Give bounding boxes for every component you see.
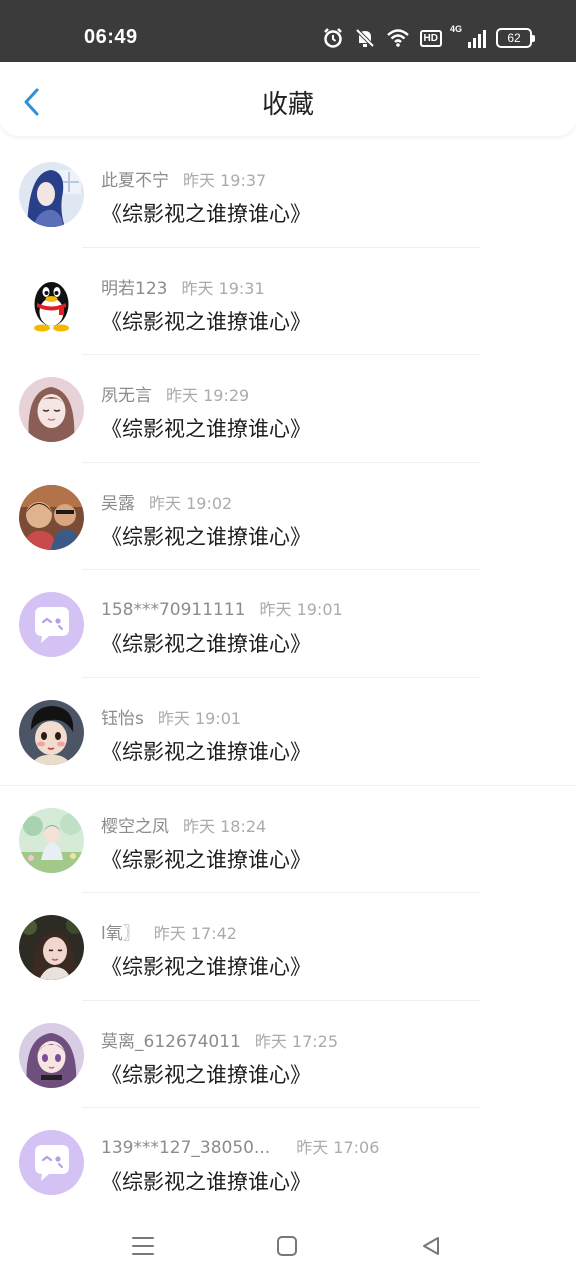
user-name: 此夏不宁 (101, 171, 169, 191)
page-header: 收藏 (0, 62, 576, 136)
item-meta: 夙无言 昨天 19:29 (101, 381, 249, 406)
wifi-icon (386, 29, 409, 47)
list-item[interactable]: 莫离_612674011 昨天 17:25 《综影视之谁撩谁心》 (0, 1001, 576, 1109)
item-content: 《综影视之谁撩谁心》 (101, 309, 311, 334)
user-name: 莫离_612674011 (101, 1031, 241, 1052)
page-title: 收藏 (261, 90, 314, 120)
network-type-label: 4G (450, 24, 463, 34)
item-content: 《综影视之谁撩谁心》 (101, 955, 311, 980)
qq-penguin-avatar[interactable] (19, 269, 84, 335)
user-name: 明若123 (101, 278, 168, 299)
girl-avatar[interactable] (19, 377, 84, 443)
girl-photo-avatar[interactable] (19, 915, 84, 981)
item-meta: 139***127_38050... 昨天 17:06 (101, 1134, 379, 1158)
item-content: 《综影视之谁撩谁心》 (101, 847, 311, 872)
user-name: 樱空之凤 (101, 816, 169, 837)
item-meta: 樱空之凤 昨天 18:24 (101, 812, 266, 837)
item-meta: 钰怡s 昨天 19:01 (101, 704, 241, 729)
list-item[interactable]: 明若123 昨天 19:31 《综影视之谁撩谁心》 (0, 248, 576, 356)
user-name: 139***127_38050... (101, 1138, 271, 1159)
anime-girl-avatar[interactable] (19, 1022, 84, 1088)
item-meta: 此夏不宁 昨天 19:37 (101, 166, 266, 191)
doll-avatar[interactable] (19, 699, 84, 765)
list-item[interactable]: 钰怡s 昨天 19:01 《综影视之谁撩谁心》 (0, 678, 576, 786)
favorites-list: 此夏不宁 昨天 19:37 《综影视之谁撩谁心》 明若123 昨天 19:31 《综… (0, 140, 576, 1216)
battery-level: 62 (507, 31, 521, 45)
user-name: l氧〗 (101, 924, 140, 945)
list-item[interactable]: 樱空之凤 昨天 18:24 《综影视之谁撩谁心》 (0, 786, 576, 894)
anime-garden-avatar[interactable] (19, 807, 84, 873)
system-nav-bar (0, 1210, 576, 1280)
item-time: 昨天 17:06 (296, 1138, 380, 1158)
list-item[interactable]: 夙无言 昨天 19:29 《综影视之谁撩谁心》 (0, 355, 576, 463)
alarm-icon (323, 28, 342, 48)
item-content: 《综影视之谁撩谁心》 (101, 1062, 311, 1087)
home-square-icon (277, 1236, 297, 1256)
status-bar: 06:49 HD 4G 62 (0, 0, 576, 62)
list-item[interactable]: 139***127_38050... 昨天 17:06 《综影视之谁撩谁心》 (0, 1108, 576, 1216)
anime-boy-avatar[interactable] (19, 162, 84, 227)
default-chat-avatar[interactable] (19, 1130, 84, 1196)
hd-badge: HD (419, 29, 442, 47)
list-item[interactable]: 158***70911111 昨天 19:01 《综影视之谁撩谁心》 (0, 570, 576, 678)
back-triangle-icon (423, 1237, 439, 1255)
item-time: 昨天 19:37 (183, 171, 267, 190)
item-meta: l氧〗 昨天 17:42 (101, 919, 237, 944)
item-content: 《综影视之谁撩谁心》 (101, 417, 311, 442)
mute-bell-icon (355, 28, 374, 48)
item-time: 昨天 19:31 (181, 278, 265, 298)
item-meta: 158***70911111 昨天 19:01 (101, 596, 343, 620)
user-name: 夙无言 (101, 386, 152, 407)
item-content: 《综影视之谁撩谁心》 (101, 524, 311, 549)
status-icons: HD 4G 62 (322, 24, 535, 50)
item-meta: 吴露 昨天 19:02 (101, 489, 232, 514)
menu-button[interactable] (125, 1228, 161, 1264)
item-content: 《综影视之谁撩谁心》 (101, 739, 311, 764)
item-content: 《综影视之谁撩谁心》 (101, 632, 311, 657)
item-content: 《综影视之谁撩谁心》 (101, 1170, 311, 1195)
item-content: 《综影视之谁撩谁心》 (101, 202, 311, 226)
back-nav-button[interactable] (413, 1228, 449, 1264)
user-name: 158***70911111 (101, 600, 246, 621)
item-meta: 莫离_612674011 昨天 17:25 (101, 1027, 338, 1052)
item-time: 昨天 17:42 (153, 924, 237, 944)
user-name: 吴露 (101, 493, 135, 514)
item-time: 昨天 19:01 (157, 708, 242, 728)
menu-icon (132, 1237, 154, 1255)
default-chat-avatar[interactable] (19, 592, 84, 658)
photo-avatar[interactable] (19, 484, 84, 550)
item-time: 昨天 19:01 (259, 600, 343, 620)
user-name: 钰怡s (101, 708, 144, 729)
item-meta: 明若123 昨天 19:31 (101, 274, 265, 299)
signal-icon: 4G (450, 24, 486, 48)
item-time: 昨天 19:02 (149, 493, 233, 513)
item-time: 昨天 19:29 (166, 386, 250, 406)
list-item[interactable]: 此夏不宁 昨天 19:37 《综影视之谁撩谁心》 (0, 140, 576, 248)
status-time: 06:49 (84, 26, 138, 48)
item-time: 昨天 17:25 (254, 1031, 339, 1051)
list-item[interactable]: 吴露 昨天 19:02 《综影视之谁撩谁心》 (0, 463, 576, 571)
item-time: 昨天 18:24 (183, 816, 267, 836)
home-button[interactable] (269, 1228, 305, 1264)
battery-icon: 62 (496, 28, 535, 48)
list-item[interactable]: l氧〗 昨天 17:42 《综影视之谁撩谁心》 (0, 893, 576, 1001)
